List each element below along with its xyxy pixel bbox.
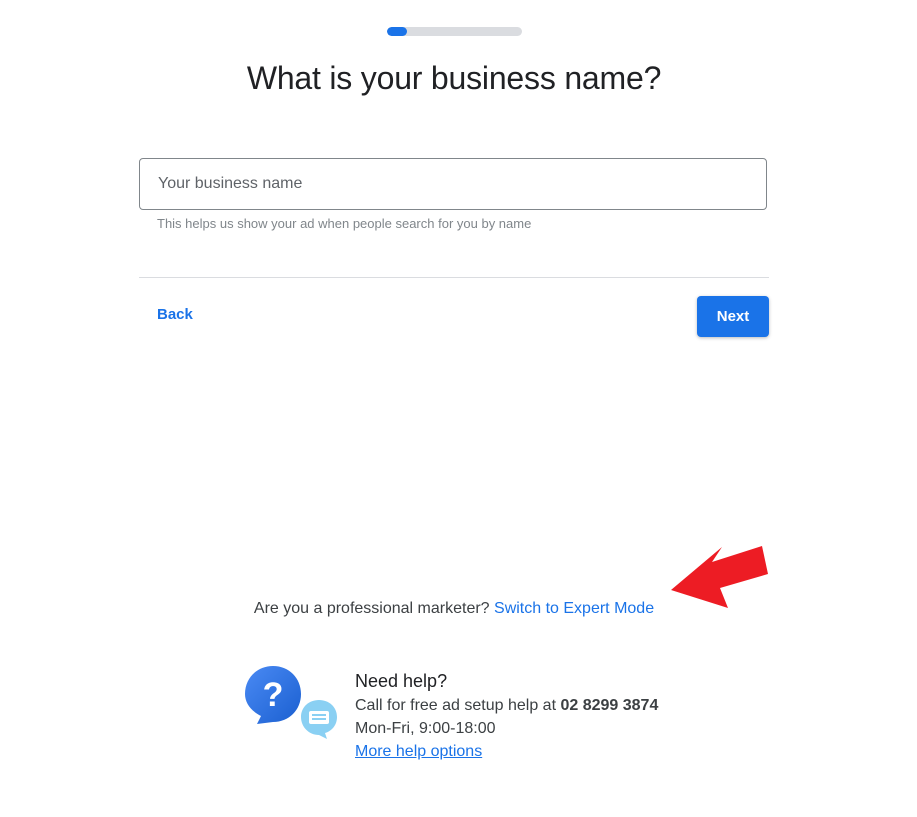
back-button[interactable]: Back [157,306,193,323]
help-call-text: Call for free ad setup help at [355,697,557,714]
help-phone-number: 02 8299 3874 [560,697,659,714]
help-section: Need help? Call for free ad setup help a… [355,670,658,763]
expert-mode-prompt: Are you a professional marketer? Switch … [0,600,908,618]
svg-text:?: ? [263,676,284,714]
business-name-input[interactable] [140,159,766,209]
setup-progress-bar [387,27,522,36]
help-call-line: Call for free ad setup help at 02 8299 3… [355,694,658,717]
setup-progress-fill [387,27,408,36]
next-button[interactable]: Next [697,296,769,337]
business-name-page: What is your business name? This helps u… [0,0,917,817]
business-name-helper-text: This helps us show your ad when people s… [157,216,532,231]
help-hours: Mon-Fri, 9:00-18:00 [355,720,496,737]
more-help-options-link[interactable]: More help options [355,740,658,763]
section-divider [139,277,769,278]
business-name-field[interactable] [139,158,767,210]
expert-mode-question: Are you a professional marketer? [253,600,490,617]
page-title: What is your business name? [246,60,662,96]
help-title: Need help? [355,671,448,691]
switch-to-expert-mode-link[interactable]: Switch to Expert Mode [494,600,654,617]
help-chat-bubbles-icon: ? [245,666,337,739]
